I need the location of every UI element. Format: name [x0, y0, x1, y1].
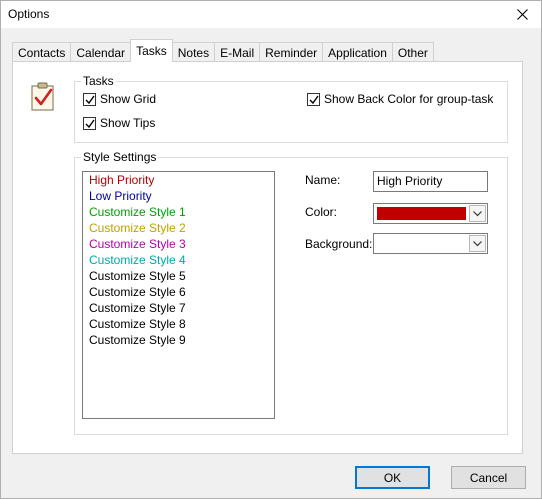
background-dropdown[interactable]	[373, 233, 488, 254]
show-tips-checkbox[interactable]: Show Tips	[83, 116, 155, 130]
list-item[interactable]: Customize Style 5	[83, 268, 274, 284]
show-grid-checkbox[interactable]: Show Grid	[83, 92, 156, 106]
show-tips-label: Show Tips	[100, 116, 156, 130]
tasks-panel: Tasks Show Grid Show Tips Show Back Colo…	[12, 61, 523, 454]
name-input[interactable]: High Priority	[373, 171, 488, 192]
color-label: Color:	[305, 205, 338, 219]
show-back-color-checkbox[interactable]: Show Back Color for group-task	[307, 92, 493, 106]
ok-button[interactable]: OK	[355, 466, 430, 489]
background-label: Background:	[305, 237, 373, 251]
list-item[interactable]: Customize Style 3	[83, 236, 274, 252]
checkmark-icon	[85, 119, 95, 128]
close-icon	[516, 9, 528, 20]
checkbox-box[interactable]	[83, 92, 96, 106]
style-list[interactable]: High Priority Low Priority Customize Sty…	[82, 171, 275, 419]
list-item[interactable]: Customize Style 8	[83, 316, 274, 332]
color-dropdown[interactable]	[373, 203, 488, 224]
dropdown-button[interactable]	[469, 205, 486, 222]
tab-reminder[interactable]: Reminder	[259, 42, 324, 62]
close-button[interactable]	[503, 1, 541, 28]
tab-application[interactable]: Application	[322, 42, 393, 62]
task-checklist-icon	[31, 82, 54, 111]
window-title: Options	[8, 7, 50, 21]
show-back-color-label: Show Back Color for group-task	[324, 92, 494, 106]
list-item[interactable]: Customize Style 7	[83, 300, 274, 316]
tab-email[interactable]: E-Mail	[214, 42, 261, 62]
show-grid-label: Show Grid	[100, 92, 157, 106]
checkbox-box[interactable]	[83, 116, 96, 130]
color-swatch	[377, 207, 466, 220]
list-item[interactable]: Customize Style 1	[83, 204, 274, 220]
tab-contacts[interactable]: Contacts	[12, 42, 72, 62]
checkbox-box[interactable]	[307, 92, 320, 106]
chevron-down-icon	[473, 210, 482, 216]
name-label: Name:	[305, 173, 341, 187]
tab-strip: Contacts Calendar Tasks Notes E-Mail Rem…	[12, 39, 434, 62]
tasks-group-label: Tasks	[81, 74, 116, 88]
title-bar: Options	[1, 1, 541, 28]
tab-other[interactable]: Other	[391, 42, 434, 62]
cancel-button[interactable]: Cancel	[451, 466, 526, 489]
list-item[interactable]: Customize Style 6	[83, 284, 274, 300]
tab-tasks[interactable]: Tasks	[130, 39, 173, 62]
checkmark-icon	[85, 95, 95, 104]
list-item[interactable]: Low Priority	[83, 188, 274, 204]
options-dialog: Options Contacts Calendar Tasks Notes E-…	[0, 0, 542, 499]
chevron-down-icon	[473, 240, 482, 246]
list-item[interactable]: Customize Style 2	[83, 220, 274, 236]
list-item[interactable]: High Priority	[83, 172, 274, 188]
tab-notes[interactable]: Notes	[171, 42, 216, 62]
dropdown-button[interactable]	[469, 235, 486, 252]
tasks-groupbox: Tasks	[74, 74, 508, 143]
style-settings-group-label: Style Settings	[81, 150, 159, 164]
list-item[interactable]: Customize Style 9	[83, 332, 274, 348]
tab-calendar[interactable]: Calendar	[70, 42, 132, 62]
list-item[interactable]: Customize Style 4	[83, 252, 274, 268]
checkmark-icon	[309, 95, 319, 104]
